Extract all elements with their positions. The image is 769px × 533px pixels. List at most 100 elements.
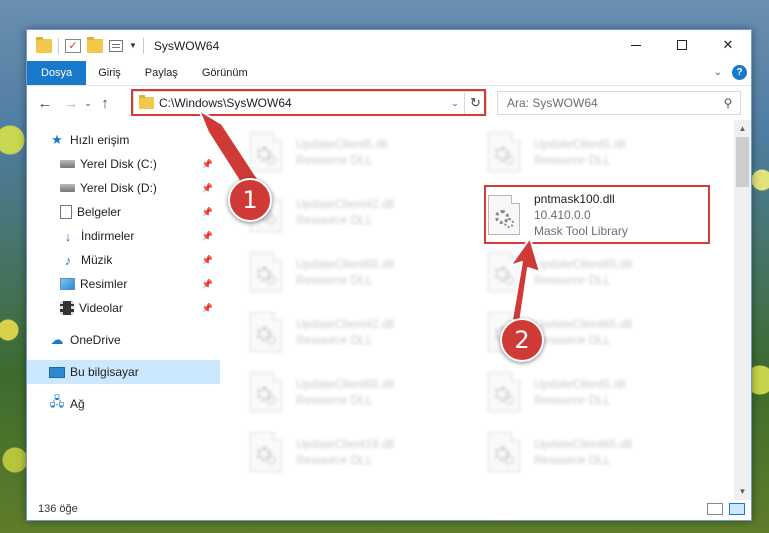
list-item[interactable]: UpdateClient65.dll Resource DLL	[250, 245, 470, 299]
file-name: UpdateClient5.dll	[534, 137, 626, 151]
dll-file-icon	[488, 132, 520, 172]
maximize-icon	[677, 40, 687, 50]
file-description: Resource DLL	[534, 333, 611, 347]
scroll-up-icon[interactable]: ▲	[734, 120, 751, 137]
nav-label: Müzik	[81, 253, 113, 267]
vertical-scrollbar[interactable]: ▲ ▼	[734, 120, 751, 500]
list-item[interactable]: UpdateClient19.dll Resource DLL	[250, 425, 470, 479]
file-name: UpdateClient19.dll	[296, 437, 395, 451]
pin-icon: 📌	[201, 158, 213, 169]
star-icon: ★	[51, 132, 63, 147]
nav-label: Belgeler	[77, 205, 122, 219]
search-input[interactable]: Ara: SysWOW64	[507, 96, 716, 110]
pin-icon: 📌	[201, 230, 213, 241]
recent-locations-icon[interactable]: ⌄	[81, 98, 95, 109]
file-description: Resource DLL	[296, 393, 373, 407]
tab-home[interactable]: Giriş	[86, 61, 133, 85]
list-item[interactable]: UpdateClient65.dll Resource DLL	[488, 425, 708, 479]
folder-icon[interactable]	[36, 36, 52, 53]
file-highlight-box	[484, 185, 710, 244]
cloud-icon: ☁	[50, 332, 64, 347]
scroll-thumb[interactable]	[736, 137, 749, 187]
nav-this-pc[interactable]: Bu bilgisayar	[27, 360, 220, 384]
list-item[interactable]: UpdateClient42.dll Resource DLL	[250, 305, 470, 359]
file-name: UpdateClient65.dll	[534, 437, 633, 451]
tab-file[interactable]: Dosya	[27, 61, 87, 85]
nav-network[interactable]: 🖧 Ağ	[27, 392, 220, 416]
nav-item-downloads[interactable]: ↓ İndirmeler 📌	[27, 224, 220, 248]
nav-label: Resimler	[80, 277, 128, 291]
qat-dropdown-icon[interactable]: ▼	[129, 41, 137, 50]
list-item[interactable]: UpdateClient5.dll Resource DLL	[488, 365, 708, 419]
back-icon[interactable]: ←	[35, 95, 55, 112]
file-description: Resource DLL	[296, 153, 373, 167]
up-icon[interactable]: ↑	[95, 95, 115, 112]
pin-icon: 📌	[201, 254, 213, 265]
nav-label: Yerel Disk (D:)	[80, 181, 157, 195]
file-list: UpdateClient5.dll Resource DLL UpdateClie…	[220, 120, 751, 500]
ribbon-tabs: Dosya Giriş Paylaş Görünüm ⌄ ?	[27, 61, 751, 86]
disk-icon	[60, 160, 75, 168]
nav-item-disk-c[interactable]: Yerel Disk (C:) 📌	[27, 152, 220, 176]
file-description: Resource DLL	[296, 333, 373, 347]
item-count: 136 öğe	[38, 503, 78, 515]
nav-item-videos[interactable]: Videolar 📌	[27, 296, 220, 320]
view-switcher	[707, 503, 745, 515]
nav-onedrive[interactable]: ☁ OneDrive	[27, 328, 220, 352]
search-icon[interactable]: ⚲	[716, 96, 740, 110]
file-description: Resource DLL	[534, 393, 611, 407]
customize-icon[interactable]	[109, 39, 123, 52]
details-view-icon[interactable]	[707, 503, 723, 515]
properties-check-icon[interactable]: ✓	[65, 38, 81, 53]
downloads-icon: ↓	[64, 228, 72, 244]
documents-icon	[60, 205, 72, 219]
tab-share[interactable]: Paylaş	[133, 61, 190, 85]
file-description: Resource DLL	[296, 273, 373, 287]
list-item[interactable]: UpdateClient65.dll Resource DLL	[250, 365, 470, 419]
file-description: Resource DLL	[296, 453, 373, 467]
dll-file-icon	[250, 432, 282, 472]
maximize-button[interactable]	[659, 30, 705, 60]
file-name: UpdateClient42.dll	[296, 317, 395, 331]
file-name: UpdateClient5.dll	[534, 377, 626, 391]
file-description: Resource DLL	[534, 153, 611, 167]
nav-label: İndirmeler	[81, 229, 135, 243]
search-box[interactable]: Ara: SysWOW64 ⚲	[497, 91, 741, 115]
computer-icon	[49, 366, 65, 378]
nav-label: Ağ	[70, 397, 85, 411]
music-icon: ♪	[64, 252, 72, 268]
file-name: UpdateClient5.dll	[296, 137, 388, 151]
expand-ribbon-icon[interactable]: ⌄	[714, 67, 722, 78]
nav-item-pictures[interactable]: Resimler 📌	[27, 272, 220, 296]
tab-view[interactable]: Görünüm	[190, 61, 260, 85]
ribbon-right-controls: ⌄ ?	[714, 65, 747, 80]
file-name: UpdateClient65.dll	[534, 317, 633, 331]
file-description: Resource DLL	[534, 273, 611, 287]
close-button[interactable]: ✕	[705, 30, 751, 60]
content-area: ★ Hızlı erişim Yerel Disk (C:) 📌 Yerel D…	[27, 120, 751, 500]
minimize-icon	[631, 44, 641, 46]
nav-item-music[interactable]: ♪ Müzik 📌	[27, 248, 220, 272]
list-item[interactable]: UpdateClient42.dll Resource DLL	[250, 185, 470, 239]
pictures-icon	[60, 278, 75, 290]
list-item[interactable]: UpdateClient5.dll Resource DLL	[488, 125, 708, 179]
minimize-button[interactable]	[613, 30, 659, 60]
list-item[interactable]: UpdateClient5.dll Resource DLL	[250, 125, 470, 179]
dll-file-icon	[250, 132, 282, 172]
tiles-view-icon[interactable]	[729, 503, 745, 515]
window-controls: ✕	[613, 30, 751, 60]
file-description: Resource DLL	[296, 213, 373, 227]
new-folder-icon[interactable]	[87, 36, 103, 53]
list-item[interactable]: UpdateClient65.dll Resource DLL	[488, 245, 708, 299]
pin-icon: 📌	[201, 206, 213, 217]
forward-icon[interactable]: →	[61, 95, 81, 112]
nav-label: Videolar	[79, 301, 123, 315]
nav-quick-access[interactable]: ★ Hızlı erişim	[27, 128, 220, 152]
help-icon[interactable]: ?	[732, 65, 747, 80]
close-icon: ✕	[722, 37, 734, 52]
nav-item-disk-d[interactable]: Yerel Disk (D:) 📌	[27, 176, 220, 200]
window-title: SysWOW64	[153, 38, 220, 53]
step-badge-1: 1	[228, 178, 272, 222]
nav-item-documents[interactable]: Belgeler 📌	[27, 200, 220, 224]
pin-icon: 📌	[201, 278, 213, 289]
